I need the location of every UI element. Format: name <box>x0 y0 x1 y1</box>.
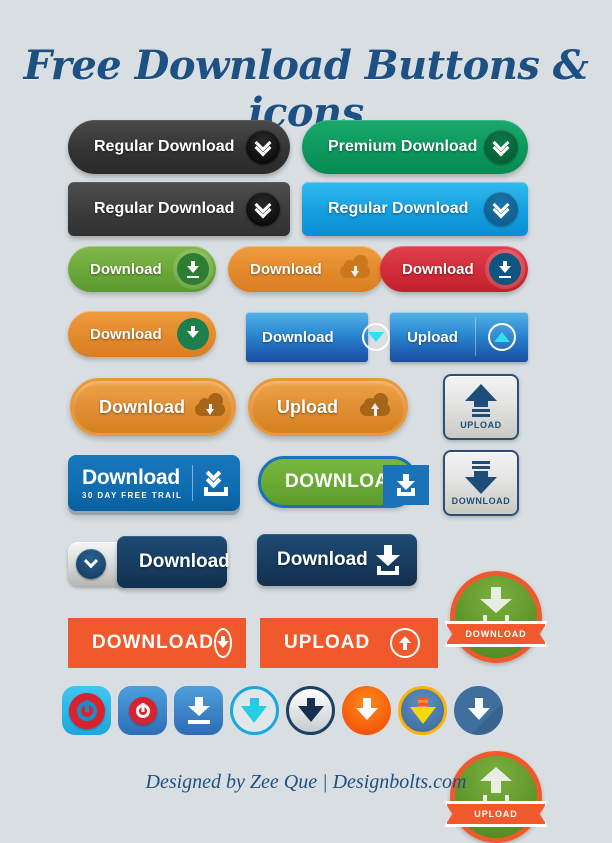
download-orange-cloud-pill-button[interactable]: Download <box>228 246 384 292</box>
divider <box>192 465 194 501</box>
button-label: UPLOAD <box>284 632 371 653</box>
download-flat-orange-button[interactable]: DOWNLOAD <box>68 618 246 668</box>
button-label: UPLOAD <box>460 420 502 430</box>
curved-download-arrow-icon <box>177 318 209 350</box>
upload-orange-cloud-xl-button[interactable]: Upload <box>248 378 408 436</box>
download-badge[interactable]: DOWNLOAD <box>444 571 548 663</box>
power-download-blue-icon[interactable] <box>118 686 167 735</box>
poster-canvas: Free Download Buttons & icons Regular Do… <box>0 0 612 843</box>
chevron-down-knob-icon <box>76 549 106 579</box>
upload-badge[interactable]: UPLOAD <box>444 751 548 843</box>
icon-row <box>62 686 503 735</box>
button-label: Regular Download <box>328 200 469 217</box>
download-tray-blue-icon[interactable] <box>174 686 223 735</box>
button-label: Download <box>402 260 474 278</box>
upload-blue-split-button[interactable]: Upload <box>390 312 528 362</box>
premium-download-green-pill-button[interactable]: Premium Download <box>302 120 528 174</box>
regular-download-dark-pill-button[interactable]: Regular Download <box>68 120 290 174</box>
button-label: DOWNLOAD <box>451 496 511 506</box>
power-download-cyan-icon[interactable] <box>62 686 111 735</box>
download-silver-square-button[interactable]: DOWNLOAD <box>443 450 519 516</box>
arrow-down-steelblue-circle-icon[interactable] <box>454 686 503 735</box>
download-blue-split-button[interactable]: Download <box>246 312 390 362</box>
button-label: Download <box>250 260 322 278</box>
download-orange-curved-pill-button[interactable]: Download <box>68 311 216 357</box>
button-label: Upload <box>277 396 338 417</box>
badge-ribbon-label: DOWNLOAD <box>444 621 548 647</box>
download-navy-button[interactable]: Download <box>257 534 417 586</box>
upload-flat-orange-button[interactable]: UPLOAD <box>260 618 438 668</box>
button-label: Download <box>90 325 162 343</box>
regular-download-blue-rect-button[interactable]: Regular Download <box>302 182 528 236</box>
button-label: Download <box>262 328 334 346</box>
fat-arrow-up-icon <box>461 384 501 418</box>
arrow-down-yellow-circle-icon[interactable] <box>398 686 447 735</box>
button-sublabel: 30 DAY FREE TRAIL <box>82 490 183 500</box>
regular-download-dark-rect-button[interactable]: Regular Download <box>68 182 290 236</box>
download-red-pill-button[interactable]: Download <box>380 246 528 292</box>
button-label: DOWNLOAD <box>92 632 214 653</box>
footer-credit: Designed by Zee Que | Designbolts.com <box>145 771 467 793</box>
button-label: Download <box>99 396 185 417</box>
download-arrow-icon <box>177 253 209 285</box>
cloud-upload-icon <box>360 393 390 418</box>
cloud-download-icon <box>340 255 370 280</box>
upload-silver-square-button[interactable]: UPLOAD <box>443 374 519 440</box>
double-chevron-down-icon <box>246 130 280 164</box>
button-label: Regular Download <box>94 200 235 217</box>
circle-arrow-up-icon <box>476 312 528 361</box>
button-label: Download <box>139 551 230 572</box>
arrow-down-navy-circle-icon[interactable] <box>286 686 335 735</box>
button-label: Upload <box>407 328 458 346</box>
button-label: Regular Download <box>94 138 235 155</box>
double-chevron-down-icon <box>246 192 280 226</box>
double-chevron-down-tray-icon <box>204 465 229 496</box>
download-trial-button[interactable]: Download 30 DAY FREE TRAIL <box>68 455 240 511</box>
fat-arrow-down-icon <box>461 460 501 494</box>
button-label: Download <box>82 465 180 489</box>
double-chevron-down-icon <box>484 192 518 226</box>
download-tray-icon <box>383 465 429 505</box>
button-label: Download <box>277 549 368 570</box>
download-tray-icon <box>375 545 401 575</box>
button-label: Download <box>90 260 162 278</box>
circle-arrow-down-icon <box>213 628 232 658</box>
arrow-down-cyan-circle-icon[interactable] <box>230 686 279 735</box>
download-navy-side-button[interactable]: Download <box>117 536 230 588</box>
download-orange-cloud-xl-button[interactable]: Download <box>70 378 236 436</box>
download-arrow-icon <box>489 253 521 285</box>
download-green-tab-button[interactable]: DOWNLOAD <box>258 456 429 508</box>
double-chevron-down-icon <box>484 130 518 164</box>
badge-ribbon-label: UPLOAD <box>444 801 548 827</box>
cloud-download-icon <box>195 393 225 418</box>
download-green-pill-button[interactable]: Download <box>68 246 216 292</box>
button-label: Premium Download <box>328 138 478 155</box>
circle-arrow-up-icon <box>390 628 420 658</box>
arrow-down-orange-circle-icon[interactable] <box>342 686 391 735</box>
